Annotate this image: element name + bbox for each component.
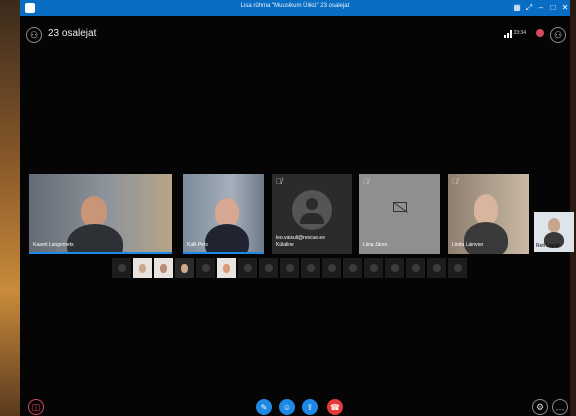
close-button[interactable]: ✕ [560,2,570,13]
video-tile[interactable]: Kalli Pets [183,174,264,254]
call-window: Lisa rühma "Muusikum Ülikü" 23 osalejat … [20,0,574,416]
participant-video [81,196,107,226]
expand-icon[interactable]: ⤢ [524,2,534,13]
participant-email: leo.vaisuli@rescue.ee [276,235,325,241]
participant-name: Kalli Pets [187,242,208,248]
chat-icon[interactable]: ◫ [28,399,44,415]
microphone-icon[interactable]: ✎ [256,399,272,415]
video-tile[interactable]: 🎙̸ leo.vaisuli@rescue.ee Külaline [272,174,352,254]
participant-video [474,194,498,224]
background-right [570,0,576,416]
video-tile-small[interactable]: Reti Lepist [534,212,574,252]
more-options-icon[interactable]: … [552,399,568,415]
speaking-indicator [29,252,172,254]
hang-up-icon[interactable]: ☎ [327,399,343,415]
top-bar: ⚇ 23 osalejat 33:34 ⚇ [20,22,570,50]
participant-video [215,198,239,226]
share-screen-icon[interactable]: ⇪ [302,399,318,415]
avatar-placeholder [292,190,332,230]
participant-video [548,218,560,232]
participant-thumbnail[interactable] [175,258,194,278]
video-icon[interactable]: ☺ [279,399,295,415]
participant-thumbnail[interactable] [133,258,152,278]
participant-thumbnail[interactable] [448,258,467,278]
participant-thumbnail[interactable] [196,258,215,278]
participant-thumbnail[interactable] [217,258,236,278]
participant-thumbnail[interactable] [280,258,299,278]
call-controls: ◫ ✎ ☺ ⇪ ☎ ⚙ … [20,398,570,416]
participant-thumbnail[interactable] [364,258,383,278]
settings-icon[interactable]: ⚙ [532,399,548,415]
participant-thumbnail[interactable] [259,258,278,278]
guest-label: Külaline [276,242,294,248]
participant-name: leo.vaisuli@rescue.ee Külaline [276,235,325,249]
participant-thumbnail[interactable] [238,258,257,278]
participant-thumbnail[interactable] [301,258,320,278]
participant-thumbnail-strip [112,258,467,278]
video-tile[interactable]: Kaarel Langemets [29,174,172,254]
participants-list-icon[interactable]: ▦ [512,2,522,13]
record-icon [536,29,544,37]
muted-mic-icon: 🎙̸ [276,177,282,186]
title-bar: Lisa rühma "Muusikum Ülikü" 23 osalejat … [20,0,570,16]
call-timer: 33:34 [513,30,526,36]
participant-thumbnail[interactable] [154,258,173,278]
signal-strength-icon [504,30,512,38]
maximize-button[interactable]: □ [548,2,558,13]
minimize-button[interactable]: – [536,2,546,13]
participants-icon[interactable]: ⚇ [26,27,42,43]
window-title: Lisa rühma "Muusikum Ülikü" 23 osalejat [240,3,350,9]
background-left [0,0,20,416]
video-tile[interactable]: 🎙̸ Linda Lainvoo [448,174,529,254]
participant-name: Kaarel Langemets [33,242,74,248]
participant-thumbnail[interactable] [427,258,446,278]
participant-thumbnail[interactable] [112,258,131,278]
add-participant-icon[interactable]: ⚇ [550,27,566,43]
participant-thumbnail[interactable] [322,258,341,278]
video-tile[interactable]: 🎙̸ Liina Järes [359,174,440,254]
speaking-indicator [183,252,264,254]
participant-name: Linda Lainvoo [452,242,484,248]
participant-name: Liina Järes [363,242,388,248]
participant-thumbnail[interactable] [343,258,362,278]
participants-count: 23 osalejat [48,28,97,39]
participant-name: Reti Lepist [536,243,560,249]
muted-mic-icon: 🎙̸ [452,177,458,186]
participant-thumbnail[interactable] [385,258,404,278]
camera-off-icon [393,202,407,212]
muted-mic-icon: 🎙̸ [363,177,369,186]
participant-thumbnail[interactable] [406,258,425,278]
